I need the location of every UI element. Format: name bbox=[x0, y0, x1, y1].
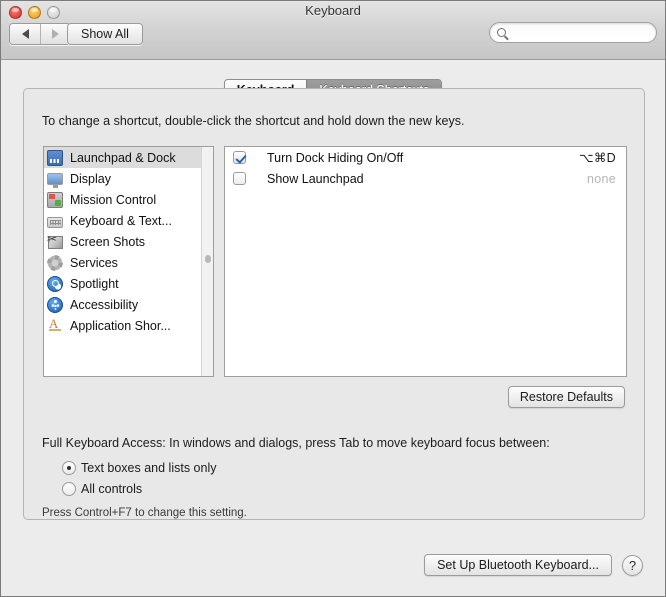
radio-option-label: Text boxes and lists only bbox=[81, 461, 217, 475]
application-shortcuts-icon bbox=[47, 316, 63, 334]
radio-button-icon[interactable] bbox=[62, 482, 76, 496]
sidebar-scrollbar-thumb[interactable] bbox=[205, 255, 211, 263]
radio-option-all-controls[interactable]: All controls bbox=[62, 482, 142, 496]
shortcut-category-list[interactable]: Launchpad & Dock Display Mission Control… bbox=[43, 146, 214, 377]
chevron-left-icon bbox=[21, 29, 29, 39]
sidebar-item-label: Keyboard & Text... bbox=[70, 213, 172, 228]
shortcut-list[interactable]: Turn Dock Hiding On/Off ⌥⌘D Show Launchp… bbox=[224, 146, 627, 377]
chevron-right-icon bbox=[52, 29, 59, 39]
setup-bluetooth-keyboard-button[interactable]: Set Up Bluetooth Keyboard... bbox=[424, 554, 612, 576]
shortcut-key-combo[interactable]: ⌥⌘D bbox=[579, 150, 616, 165]
dock-icon bbox=[47, 149, 63, 166]
window-titlebar: Keyboard Show All bbox=[1, 1, 665, 60]
back-button[interactable] bbox=[10, 24, 40, 44]
preferences-panel: To change a shortcut, double-click the s… bbox=[23, 88, 645, 520]
sidebar-item-accessibility[interactable]: Accessibility bbox=[44, 294, 213, 315]
radio-option-label: All controls bbox=[81, 482, 143, 496]
radio-option-text-boxes-and-lists[interactable]: Text boxes and lists only bbox=[62, 461, 217, 475]
sidebar-item-label: Accessibility bbox=[70, 297, 139, 312]
sidebar-item-screen-shots[interactable]: Screen Shots bbox=[44, 231, 213, 252]
sidebar-item-label: Spotlight bbox=[70, 276, 119, 291]
shortcut-name: Turn Dock Hiding On/Off bbox=[267, 150, 404, 165]
footer-bar: Set Up Bluetooth Keyboard... ? bbox=[424, 554, 643, 576]
sidebar-item-display[interactable]: Display bbox=[44, 168, 213, 189]
sidebar-item-spotlight[interactable]: Spotlight bbox=[44, 273, 213, 294]
sidebar-item-label: Launchpad & Dock bbox=[70, 150, 176, 165]
display-icon bbox=[47, 173, 63, 188]
window-title: Keyboard bbox=[305, 3, 361, 18]
forward-button bbox=[40, 24, 70, 44]
spotlight-icon bbox=[47, 275, 63, 292]
sidebar-item-label: Mission Control bbox=[70, 192, 157, 207]
gear-icon bbox=[47, 254, 63, 271]
navigation-segmented-control[interactable] bbox=[9, 23, 71, 45]
sidebar-item-label: Screen Shots bbox=[70, 234, 146, 249]
sidebar-item-launchpad-and-dock[interactable]: Launchpad & Dock bbox=[44, 147, 213, 168]
keyboard-preferences-window: Keyboard Show All Keyboard Keyboard Shor… bbox=[0, 0, 666, 597]
sidebar-item-services[interactable]: Services bbox=[44, 252, 213, 273]
shortcut-row[interactable]: Show Launchpad none bbox=[225, 168, 626, 189]
full-keyboard-access-note: Press Control+F7 to change this setting. bbox=[42, 507, 247, 519]
shortcut-enabled-checkbox[interactable] bbox=[233, 151, 246, 164]
accessibility-icon bbox=[47, 296, 63, 313]
restore-defaults-button[interactable]: Restore Defaults bbox=[507, 386, 625, 408]
shortcut-key-combo[interactable]: none bbox=[587, 172, 616, 186]
search-field[interactable] bbox=[489, 22, 657, 43]
shortcut-enabled-checkbox[interactable] bbox=[233, 172, 246, 185]
show-all-button[interactable]: Show All bbox=[67, 23, 143, 45]
shortcut-name: Show Launchpad bbox=[267, 171, 364, 186]
shortcut-row[interactable]: Turn Dock Hiding On/Off ⌥⌘D bbox=[225, 147, 626, 168]
screenshot-icon bbox=[47, 232, 63, 250]
sidebar-item-application-shortcuts[interactable]: Application Shor... bbox=[44, 315, 213, 336]
keyboard-icon bbox=[47, 216, 63, 228]
sidebar-scrollbar[interactable] bbox=[201, 147, 213, 376]
search-icon bbox=[497, 28, 506, 37]
sidebar-item-keyboard-and-text[interactable]: Keyboard & Text... bbox=[44, 210, 213, 231]
radio-button-icon[interactable] bbox=[62, 461, 76, 475]
sidebar-item-label: Display bbox=[70, 171, 111, 186]
sidebar-item-label: Application Shor... bbox=[70, 318, 171, 333]
help-button[interactable]: ? bbox=[622, 554, 643, 576]
full-keyboard-access-description: Full Keyboard Access: In windows and dia… bbox=[42, 436, 550, 450]
search-input[interactable] bbox=[511, 25, 651, 40]
mission-control-icon bbox=[47, 191, 63, 208]
instruction-text: To change a shortcut, double-click the s… bbox=[42, 114, 465, 128]
sidebar-item-label: Services bbox=[70, 255, 118, 270]
sidebar-item-mission-control[interactable]: Mission Control bbox=[44, 189, 213, 210]
